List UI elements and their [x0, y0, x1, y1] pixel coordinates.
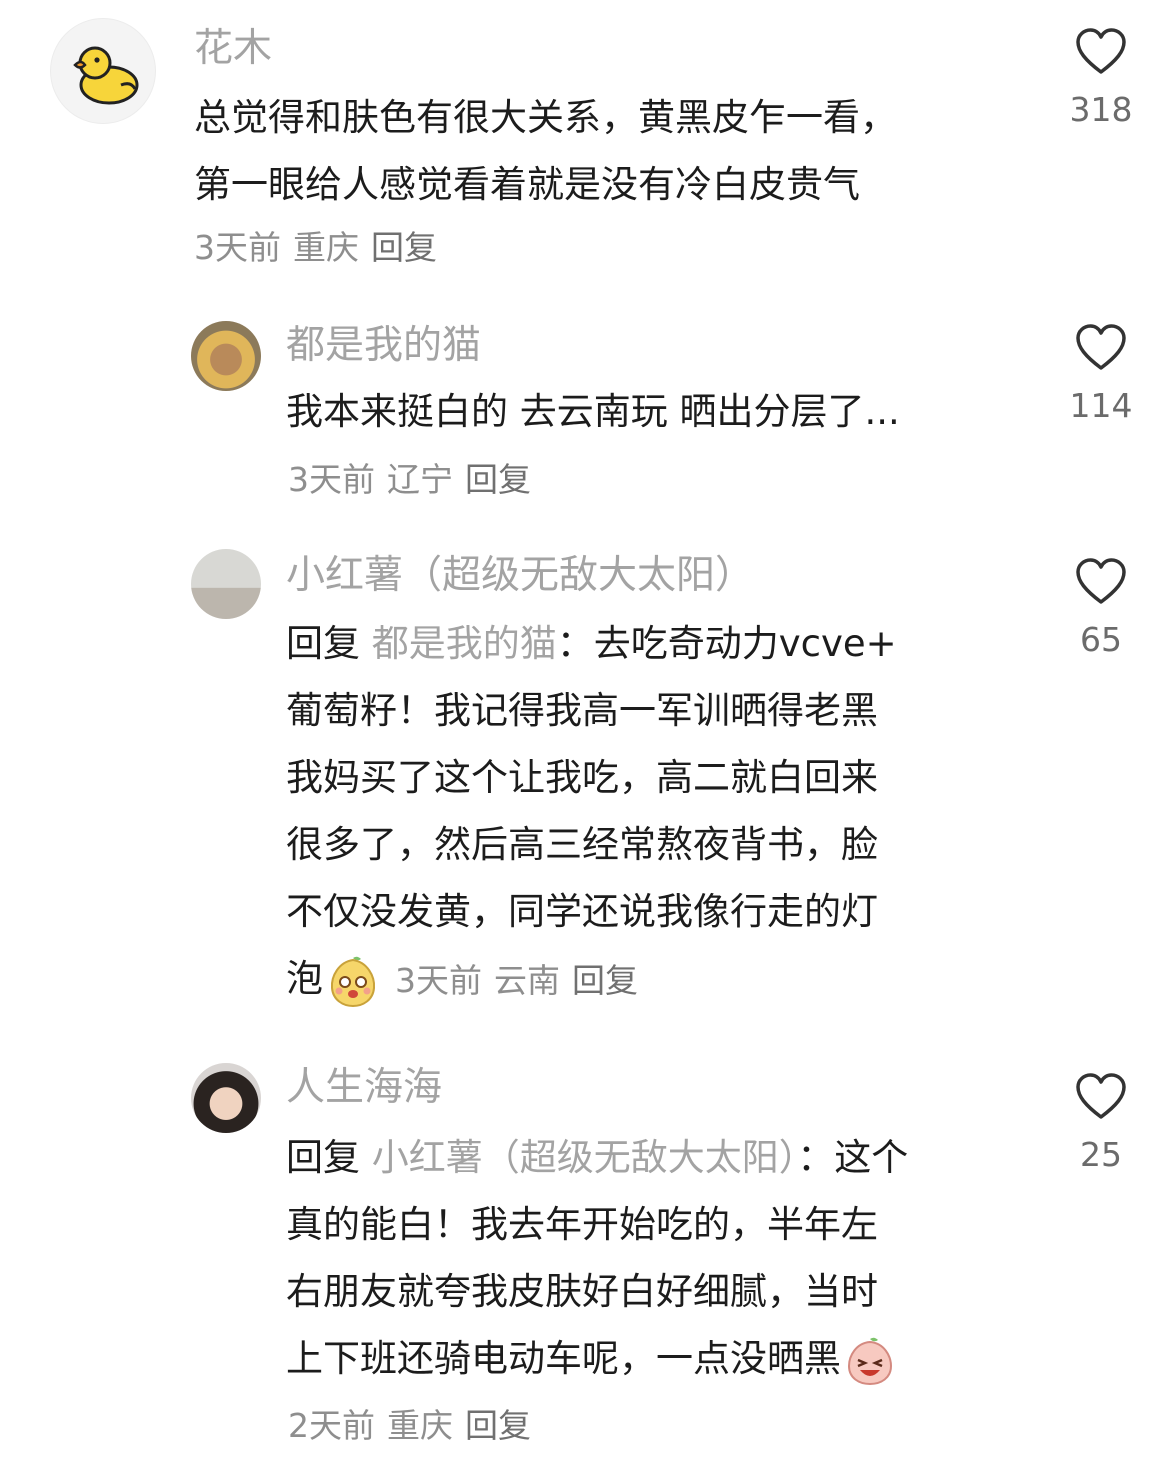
reply-prefix: 回复	[286, 622, 372, 665]
comment-meta: 2天前 重庆 回复	[288, 1404, 543, 1448]
location: 重庆	[387, 1406, 453, 1445]
like-count: 25	[1080, 1135, 1122, 1174]
text-line: 这个	[834, 1136, 909, 1179]
comment-text: 回复 都是我的猫：去吃奇动力vcve+ 葡萄籽！我记得我高一军训晒得老黑 我妈买…	[286, 610, 897, 1012]
like-count: 65	[1080, 620, 1122, 659]
heart-icon	[1076, 28, 1126, 74]
text-line: 去吃奇动力vcve+	[593, 622, 897, 665]
text-line: 葡萄籽！我记得我高一军训晒得老黑	[286, 689, 878, 732]
avatar[interactable]	[50, 18, 156, 124]
username[interactable]: 都是我的猫	[286, 321, 481, 371]
text-line: 不仅没发黄，同学还说我像行走的灯	[286, 890, 878, 933]
reply-to-user[interactable]: 小红薯（超级无敌大太阳）	[372, 1136, 798, 1179]
reply-colon: ：	[556, 622, 594, 665]
reply-button[interactable]: 回复	[465, 1406, 531, 1445]
yellow-duck-icon	[73, 46, 139, 105]
username[interactable]: 人生海海	[286, 1063, 442, 1113]
timestamp: 3天前	[288, 460, 375, 499]
heart-icon	[1076, 1073, 1126, 1119]
username[interactable]: 花木	[194, 24, 272, 74]
like-button[interactable]: 318	[1055, 28, 1147, 130]
like-button[interactable]: 65	[1055, 558, 1147, 660]
like-button[interactable]: 114	[1055, 324, 1147, 426]
reply-to-user[interactable]: 都是我的猫	[372, 622, 557, 665]
text-line: 泡	[286, 957, 323, 1000]
text-line: 我本来挺白的 去云南玩 晒出分层了...	[286, 390, 900, 433]
text-line: 真的能白！我去年开始吃的，半年左	[286, 1203, 878, 1246]
text-line: 右朋友就夸我皮肤好白好细腻，当时	[286, 1270, 878, 1313]
comment-meta: 3天前 云南 回复	[395, 961, 650, 1000]
comment-text: 总觉得和肤色有很大关系，黄黑皮乍一看， 第一眼给人感觉看着就是没有冷白皮贵气	[194, 84, 897, 218]
reply-prefix: 回复	[286, 1136, 372, 1179]
comment-meta: 3天前 辽宁 回复	[288, 458, 543, 502]
text-line: 很多了，然后高三经常熬夜背书，脸	[286, 823, 878, 866]
reply-button[interactable]: 回复	[572, 961, 638, 1000]
heart-icon	[1076, 324, 1126, 370]
comment-text: 回复 小红薯（超级无敌大太阳）：这个 真的能白！我去年开始吃的，半年左 右朋友就…	[286, 1124, 908, 1392]
heart-icon	[1076, 558, 1126, 604]
timestamp: 2天前	[288, 1406, 375, 1445]
text-line: 我妈买了这个让我吃，高二就白回来	[286, 756, 878, 799]
avatar[interactable]	[191, 321, 261, 391]
like-count: 318	[1069, 90, 1133, 129]
reply-colon: ：	[797, 1136, 835, 1179]
laughing-peach-emoji-icon	[847, 1337, 893, 1385]
like-button[interactable]: 25	[1055, 1073, 1147, 1175]
comment-meta: 3天前 重庆 回复	[194, 226, 449, 270]
text-line: 第一眼给人感觉看着就是没有冷白皮贵气	[194, 163, 860, 206]
reply-button[interactable]: 回复	[465, 460, 531, 499]
location: 辽宁	[387, 460, 453, 499]
text-line: 上下班还骑电动车呢，一点没晒黑	[286, 1337, 841, 1380]
timestamp: 3天前	[194, 228, 281, 267]
username[interactable]: 小红薯（超级无敌大太阳）	[286, 551, 754, 601]
text-line: 总觉得和肤色有很大关系，黄黑皮乍一看，	[194, 96, 897, 139]
avatar[interactable]	[191, 549, 261, 619]
like-count: 114	[1069, 386, 1133, 425]
timestamp: 3天前	[395, 960, 482, 1000]
avatar[interactable]	[191, 1063, 261, 1133]
happy-dumpling-emoji-icon	[330, 956, 376, 1007]
comment-text: 我本来挺白的 去云南玩 晒出分层了...	[286, 378, 900, 445]
location: 云南	[494, 960, 560, 1000]
reply-button[interactable]: 回复	[371, 228, 437, 267]
location: 重庆	[293, 228, 359, 267]
